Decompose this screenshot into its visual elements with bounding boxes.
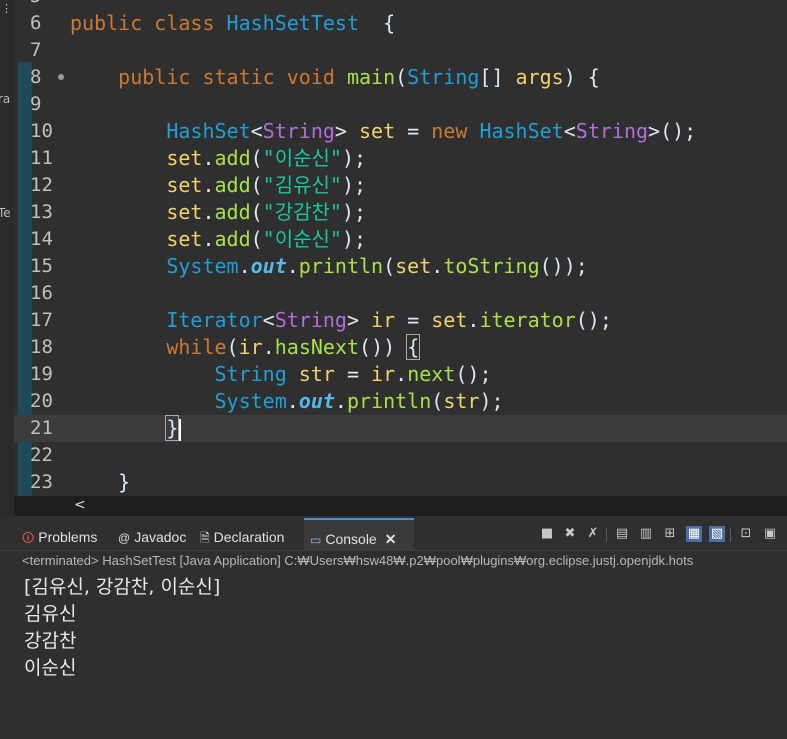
line-number: 10 xyxy=(30,120,53,142)
code-line[interactable]: 8 public static void main(String[] args)… xyxy=(14,64,787,91)
declaration-icon: 🗎 xyxy=(200,531,210,545)
console-output-line: [김유신, 강감찬, 이순신] xyxy=(24,576,221,598)
terminate-icon[interactable]: ■ xyxy=(539,526,555,542)
code-text: System.out.println(set.toString()); xyxy=(166,254,588,278)
left-view-cut-text: ra xyxy=(0,92,11,106)
scroll-lock-icon[interactable]: ▥ xyxy=(638,526,654,542)
line-number: 13 xyxy=(30,201,53,223)
line-number: 14 xyxy=(30,228,53,250)
code-line[interactable]: 11 set.add("이순신"); xyxy=(14,145,787,172)
code-line[interactable]: 5 xyxy=(14,0,787,10)
view-menu-icon[interactable]: ⋮ xyxy=(1,2,12,15)
line-number: 5 xyxy=(30,0,72,10)
line-number: 17 xyxy=(30,309,53,331)
panel-tab-bar: 🛈 Problems @ Javadoc 🗎 Declaration ▭ Console… xyxy=(0,518,787,551)
tab-label: Declaration xyxy=(213,529,285,545)
line-number: 15 xyxy=(30,255,53,277)
console-panel: 🛈 Problems @ Javadoc 🗎 Declaration ▭ Console… xyxy=(0,518,787,739)
code-line[interactable]: 6 public class HashSetTest { xyxy=(14,10,787,37)
remove-launch-icon[interactable]: ✖ xyxy=(562,526,578,542)
left-view-strip: ⋮ ra Te xyxy=(0,0,14,520)
code-line[interactable]: 18 while(ir.hasNext()) { xyxy=(14,334,787,361)
line-number: 18 xyxy=(30,336,53,358)
line-number: 16 xyxy=(30,282,53,304)
show-on-output-icon[interactable]: ▦ xyxy=(686,526,702,542)
show-on-error-icon[interactable]: ▧ xyxy=(709,526,725,542)
code-text: set.add("강감찬"); xyxy=(166,200,367,224)
problems-icon: 🛈 xyxy=(22,531,35,545)
line-number: 9 xyxy=(30,93,42,115)
code-editor[interactable]: 5 6 public class HashSetTest { 7 8 public st… xyxy=(14,0,787,496)
code-line[interactable]: 19 String str = ir.next(); xyxy=(14,361,787,388)
code-line[interactable]: 14 set.add("이순신"); xyxy=(14,226,787,253)
code-line[interactable]: 20 System.out.println(str); xyxy=(14,388,787,415)
code-text: set.add("이순신"); xyxy=(166,227,367,251)
toolbar-separator xyxy=(730,528,731,542)
javadoc-icon: @ xyxy=(118,531,131,545)
line-number: 11 xyxy=(30,147,53,169)
console-output-line: 김유신 xyxy=(24,603,77,625)
console-status-line: <terminated> HashSetTest [Java Applicati… xyxy=(22,553,694,568)
code-text: HashSet<String> set = new HashSet<String… xyxy=(166,119,697,143)
line-number: 21 xyxy=(30,417,53,439)
code-text: } xyxy=(70,415,182,442)
tab-javadoc[interactable]: @ Javadoc xyxy=(118,518,196,550)
code-text: } xyxy=(70,470,131,494)
tab-declaration[interactable]: 🗎 Declaration xyxy=(200,518,300,550)
left-view-cut-text: Te xyxy=(0,206,11,220)
tab-problems[interactable]: 🛈 Problems xyxy=(22,518,112,550)
line-number: 20 xyxy=(30,390,53,412)
code-text: Iterator<String> ir = set.iterator(); xyxy=(166,308,612,332)
pin-console-icon[interactable]: ⊡ xyxy=(738,526,754,542)
code-text: set.add("이순신"); xyxy=(166,146,367,170)
text-caret xyxy=(179,418,182,441)
fold-toggle-icon[interactable] xyxy=(58,74,64,80)
code-line[interactable]: 9 xyxy=(14,91,787,118)
code-line[interactable]: 22 xyxy=(14,442,787,469)
tab-label: Console xyxy=(325,531,377,547)
code-text: String str = ir.next(); xyxy=(214,362,492,386)
close-icon[interactable]: ✕ xyxy=(385,531,397,547)
code-line[interactable]: 12 set.add("김유신"); xyxy=(14,172,787,199)
line-number: 7 xyxy=(30,39,42,61)
code-text: while(ir.hasNext()) { xyxy=(166,334,421,360)
console-output-line: 이순신 xyxy=(24,657,77,679)
scroll-track[interactable] xyxy=(94,502,784,510)
code-line[interactable]: 10 HashSet<String> set = new HashSet<Str… xyxy=(14,118,787,145)
code-line[interactable]: 15 System.out.println(set.toString()); xyxy=(14,253,787,280)
line-number: 12 xyxy=(30,174,53,196)
toolbar-separator xyxy=(606,528,607,542)
code-line[interactable]: 13 set.add("강감찬"); xyxy=(14,199,787,226)
line-number: 19 xyxy=(30,363,53,385)
remove-all-terminated-icon[interactable]: ✗ xyxy=(585,526,601,542)
code-line[interactable]: 17 Iterator<String> ir = set.iterator(); xyxy=(14,307,787,334)
console-output: [김유신, 강감찬, 이순신] 김유신강감찬이순신 xyxy=(24,574,220,682)
tab-label: Javadoc xyxy=(134,529,187,545)
line-number: 8 xyxy=(30,66,42,88)
code-line[interactable]: 16 xyxy=(14,280,787,307)
display-console-icon[interactable]: ▣ xyxy=(762,526,778,542)
console-output-line: 강감찬 xyxy=(24,630,77,652)
code-text: public static void main(String[] args) { xyxy=(118,65,600,89)
scroll-left-icon[interactable]: < xyxy=(74,497,86,513)
tab-console[interactable]: ▭ Console ✕ xyxy=(304,518,414,550)
line-number: 6 xyxy=(30,12,42,34)
word-wrap-icon[interactable]: ⊞ xyxy=(662,526,678,542)
clear-console-icon[interactable]: ▤ xyxy=(614,526,630,542)
code-line[interactable]: 23 } xyxy=(14,469,787,496)
line-number: 22 xyxy=(30,444,53,466)
code-text: public class HashSetTest { xyxy=(70,11,396,35)
code-line[interactable]: 21 } xyxy=(14,415,787,442)
tab-label: Problems xyxy=(38,529,98,545)
line-number: 23 xyxy=(30,471,53,493)
code-text: System.out.println(str); xyxy=(214,389,504,413)
code-line[interactable]: 7 xyxy=(14,37,787,64)
horizontal-scrollbar[interactable]: < xyxy=(14,496,787,516)
code-text: set.add("김유신"); xyxy=(166,173,367,197)
